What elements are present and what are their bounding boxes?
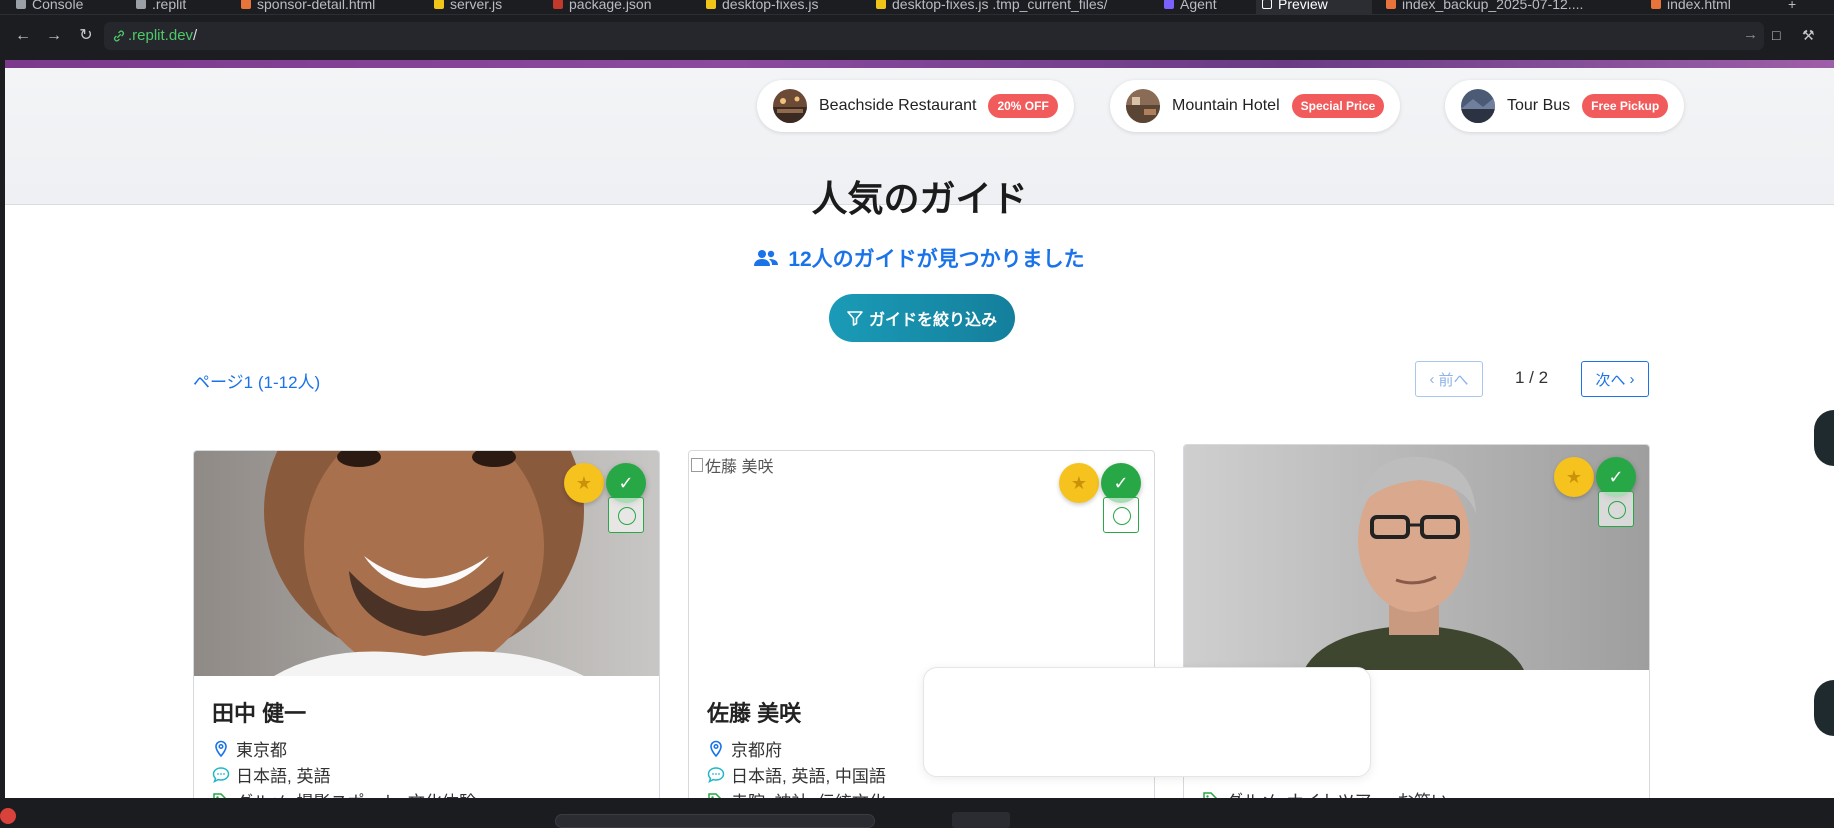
featured-star-icon: ★ xyxy=(1059,463,1099,503)
tab-package-json[interactable]: package.json xyxy=(547,0,658,14)
sponsor-name: Beachside Restaurant xyxy=(819,97,977,114)
floating-widget-top[interactable] xyxy=(1814,410,1834,466)
sponsor-chip-hotel[interactable]: Mountain Hotel Special Price xyxy=(1110,80,1401,132)
page-number: 1 / 2 xyxy=(1515,368,1549,387)
sponsor-badge: Special Price xyxy=(1291,94,1385,118)
reload-icon[interactable]: ↻ xyxy=(75,25,97,47)
js-file-icon xyxy=(876,0,886,9)
guide-specialties: グルメ, 撮影スポット, 文化体験 xyxy=(212,788,476,798)
sponsor-name: Mountain Hotel xyxy=(1172,97,1280,114)
sponsor-avatar xyxy=(1126,89,1160,123)
featured-star-icon: ★ xyxy=(1554,457,1594,497)
url-input[interactable]: .replit.dev/ → xyxy=(104,22,1764,50)
guide-specialties: 寺院, 神社, 伝統文化 xyxy=(707,788,886,798)
tab-replit[interactable]: .replit xyxy=(130,0,192,14)
js-file-icon xyxy=(434,0,444,9)
wrench-icon[interactable]: ⚒ xyxy=(1802,27,1820,45)
back-arrow-icon[interactable]: ← xyxy=(12,25,34,47)
certified-badge-icon xyxy=(1103,497,1139,533)
guide-languages: 日本語, 英語 xyxy=(212,762,330,787)
forward-arrow-icon[interactable]: → xyxy=(43,25,65,47)
chevron-left-icon: ‹ xyxy=(1429,370,1435,388)
tab-sponsor-detail[interactable]: sponsor-detail.html xyxy=(235,0,381,14)
chat-bubble-icon xyxy=(212,766,230,783)
broken-image-alt: 佐藤 美咲 xyxy=(691,453,773,477)
guide-name: 佐藤 美咲 xyxy=(707,701,802,726)
guide-languages: 日本語, 英語, 中国語 xyxy=(707,762,886,787)
taskbar-item[interactable] xyxy=(952,812,1010,828)
map-pin-icon xyxy=(710,740,722,757)
open-external-icon[interactable]: → xyxy=(1743,26,1758,43)
sponsor-name: Tour Bus xyxy=(1507,97,1571,114)
html-file-icon xyxy=(241,0,251,9)
hero-gradient-strip xyxy=(5,60,1834,68)
sponsor-avatar xyxy=(773,89,807,123)
app-icon[interactable] xyxy=(0,808,16,824)
filter-icon xyxy=(847,311,863,326)
sponsor-chip-restaurant[interactable]: Beachside Restaurant 20% OFF xyxy=(757,80,1074,132)
guide-name: 田中 健一 xyxy=(212,701,307,726)
users-icon xyxy=(754,250,779,266)
tab-console[interactable]: Console xyxy=(10,0,89,14)
blank-popup-card xyxy=(923,667,1371,777)
filter-guides-button[interactable]: ガイドを絞り込み xyxy=(829,294,1015,342)
guide-location: 京都府 xyxy=(707,736,782,761)
preview-address-bar: ← → ↻ .replit.dev/ → □ ⚒ xyxy=(0,14,1834,56)
floating-widget-bottom[interactable] xyxy=(1814,680,1834,736)
page-range-info: ページ1 (1-12人) xyxy=(193,373,321,392)
preview-viewport: Beachside Restaurant 20% OFF Mountain Ho… xyxy=(5,60,1834,798)
featured-star-icon: ★ xyxy=(564,463,604,503)
prev-page-button[interactable]: ‹ 前へ xyxy=(1415,361,1483,397)
tab-desktop-fixes-tmp[interactable]: desktop-fixes.js .tmp_current_files/ xyxy=(870,0,1114,14)
terminal-icon xyxy=(16,0,26,9)
html-file-icon xyxy=(1386,0,1396,9)
guide-location: 東京都 xyxy=(212,736,287,761)
sponsor-avatar xyxy=(1461,89,1495,123)
guide-count: 12人のガイドが見つかりました xyxy=(5,243,1834,273)
chat-bubble-icon xyxy=(707,766,725,783)
monitor-icon xyxy=(1262,0,1272,9)
devices-icon[interactable]: □ xyxy=(1772,27,1790,45)
map-pin-icon xyxy=(215,740,227,757)
chevron-right-icon: › xyxy=(1629,370,1635,388)
url-text: .replit.dev/ xyxy=(128,27,198,44)
certified-badge-icon xyxy=(608,497,644,533)
sponsor-badge: Free Pickup xyxy=(1582,94,1669,118)
page-title: 人気のガイド xyxy=(811,178,1028,219)
json-file-icon xyxy=(553,0,563,9)
os-taskbar xyxy=(0,798,1834,828)
new-tab-button[interactable]: + xyxy=(1782,0,1802,14)
html-file-icon xyxy=(1651,0,1661,9)
tab-agent[interactable]: Agent xyxy=(1158,0,1223,14)
tab-preview[interactable]: Preview xyxy=(1256,0,1372,14)
certified-badge-icon xyxy=(1598,491,1634,527)
next-page-button[interactable]: 次へ › xyxy=(1581,361,1649,397)
tab-server-js[interactable]: server.js xyxy=(428,0,508,14)
tab-desktop-fixes[interactable]: desktop-fixes.js xyxy=(700,0,824,14)
editor-tab-bar: Console .replit sponsor-detail.html serv… xyxy=(0,0,1834,14)
tab-index-html[interactable]: index.html xyxy=(1645,0,1737,14)
broken-image-icon xyxy=(691,458,703,472)
link-icon xyxy=(114,30,124,42)
tab-index-backup[interactable]: index_backup_2025-07-12.... xyxy=(1380,0,1589,14)
guide-specialties: グルメ, ナイトツアー, お笑い xyxy=(1202,787,1448,798)
sponsor-badge: 20% OFF xyxy=(988,94,1058,118)
tag-icon xyxy=(1203,791,1218,798)
js-file-icon xyxy=(706,0,716,9)
guide-card[interactable]: ★ ✓ 田中 健一 東京都 日本語, 英語 グルメ, 撮影スポット, 文化体験 xyxy=(193,450,660,798)
replit-file-icon xyxy=(136,0,146,9)
agent-icon xyxy=(1164,0,1174,9)
taskbar-search[interactable] xyxy=(555,814,875,828)
sponsor-chip-bus[interactable]: Tour Bus Free Pickup xyxy=(1445,80,1685,132)
